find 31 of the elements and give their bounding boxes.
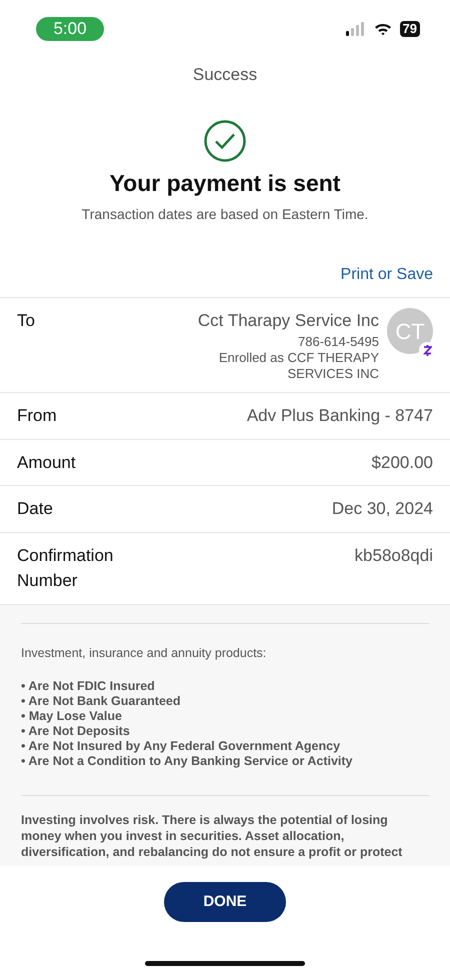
detail-label: Confirmation Number	[17, 544, 114, 592]
check-circle-icon	[204, 120, 246, 162]
detail-value: Dec 30, 2024	[332, 498, 433, 520]
confirmation-heading: Your payment is sent	[110, 168, 340, 198]
page-title: Success	[192, 64, 258, 86]
disclosure-bullet: • Are Not FDIC Insured	[21, 678, 156, 694]
detail-label: From	[17, 405, 58, 428]
detail-label: To	[17, 310, 36, 332]
done-button[interactable]: DONE	[164, 882, 286, 922]
zelle-badge-icon	[422, 344, 432, 356]
signal-icon	[346, 22, 366, 36]
enrollment-note: Enrolled as CCF THERAPY SERVICES INC	[218, 350, 379, 382]
risk-paragraph: Investing involves risk. There is always the potential of losing money when you invest in securities. Asset allocation, diversification, and rebalancing do not ensure a profit or protect	[21, 812, 404, 860]
disclosure-bullet: • Are Not Deposits	[21, 724, 131, 738]
disclosure-bullet: • Are Not Insured by Any Federal Government Agency	[21, 738, 342, 754]
disclosure-bullet: • Are Not a Condition to Any Banking Service or Activity	[21, 754, 354, 768]
payee-name: Cct Tharapy Service Inc	[198, 310, 379, 332]
payee-phone: 786-614-5495	[298, 334, 379, 350]
disclosure-bullet: • May Lose Value	[21, 708, 123, 724]
detail-value: $200.00	[372, 452, 433, 474]
detail-label: Date	[17, 498, 54, 520]
wifi-icon	[374, 22, 392, 36]
detail-label: Amount	[17, 452, 77, 474]
disclosure-bullet: • Are Not Bank Guaranteed	[21, 694, 182, 708]
detail-value: kb58o8qdi	[354, 544, 433, 567]
detail-value: Adv Plus Banking - 8747	[246, 405, 433, 428]
time-pill: 5:00	[36, 17, 104, 41]
disclosure-intro: Investment, insurance and annuity products:	[21, 644, 268, 662]
print-or-save-link[interactable]: Print or Save	[340, 263, 433, 287]
timezone-note: Transaction dates are based on Eastern Time.	[82, 205, 368, 224]
battery-indicator: 79	[400, 21, 420, 37]
